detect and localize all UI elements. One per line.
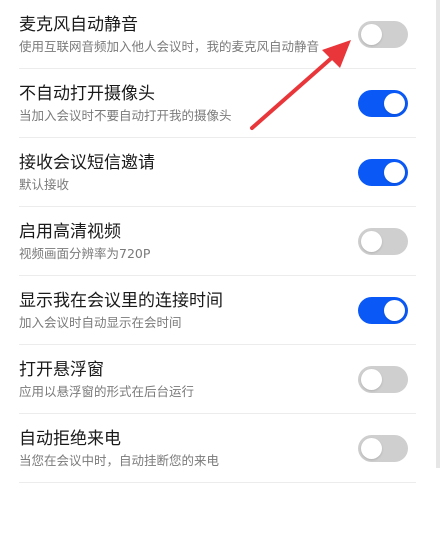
setting-subtitle: 应用以悬浮窗的形式在后台运行 [19,384,195,399]
setting-title: 麦克风自动静音 [19,15,138,35]
setting-subtitle: 当您在会议中时，自动挂断您的来电 [19,453,220,468]
setting-subtitle: 使用互联网音频加入他人会议时，我的麦克风自动静音 [19,39,320,54]
settings-list: 麦克风自动静音 使用互联网音频加入他人会议时，我的麦克风自动静音 不自动打开摄像… [0,0,430,483]
setting-subtitle: 加入会议时自动显示在会时间 [19,315,182,330]
toggle-switch[interactable] [358,228,408,255]
toggle-switch[interactable] [358,21,408,48]
divider [19,482,416,483]
toggle-knob [361,369,382,390]
setting-title: 打开悬浮窗 [19,360,104,380]
setting-title: 显示我在会议里的连接时间 [19,291,223,311]
setting-subtitle: 当加入会议时不要自动打开我的摄像头 [19,108,232,123]
toggle-switch[interactable] [358,297,408,324]
toggle-knob [384,162,405,183]
toggle-switch[interactable] [358,159,408,186]
setting-hd-video: 启用高清视频 视频画面分辨率为720P [0,207,430,276]
setting-sms-invite: 接收会议短信邀请 默认接收 [0,138,430,207]
toggle-switch[interactable] [358,90,408,117]
toggle-knob [384,93,405,114]
setting-subtitle: 默认接收 [19,177,70,192]
toggle-knob [361,24,382,45]
toggle-knob [361,231,382,252]
setting-mic-auto-mute: 麦克风自动静音 使用互联网音频加入他人会议时，我的麦克风自动静音 [0,0,430,69]
scrollbar[interactable] [436,0,440,468]
setting-title: 启用高清视频 [19,222,121,242]
toggle-knob [384,300,405,321]
toggle-knob [361,438,382,459]
setting-auto-reject-calls: 自动拒绝来电 当您在会议中时，自动挂断您的来电 [0,414,430,483]
setting-title: 不自动打开摄像头 [19,84,155,104]
setting-camera-off: 不自动打开摄像头 当加入会议时不要自动打开我的摄像头 [0,69,430,138]
setting-show-connection-time: 显示我在会议里的连接时间 加入会议时自动显示在会时间 [0,276,430,345]
toggle-switch[interactable] [358,366,408,393]
setting-floating-window: 打开悬浮窗 应用以悬浮窗的形式在后台运行 [0,345,430,414]
setting-title: 自动拒绝来电 [19,429,121,449]
toggle-switch[interactable] [358,435,408,462]
setting-title: 接收会议短信邀请 [19,153,155,173]
settings-page: 麦克风自动静音 使用互联网音频加入他人会议时，我的麦克风自动静音 不自动打开摄像… [0,0,440,557]
setting-subtitle: 视频画面分辨率为720P [19,246,151,261]
